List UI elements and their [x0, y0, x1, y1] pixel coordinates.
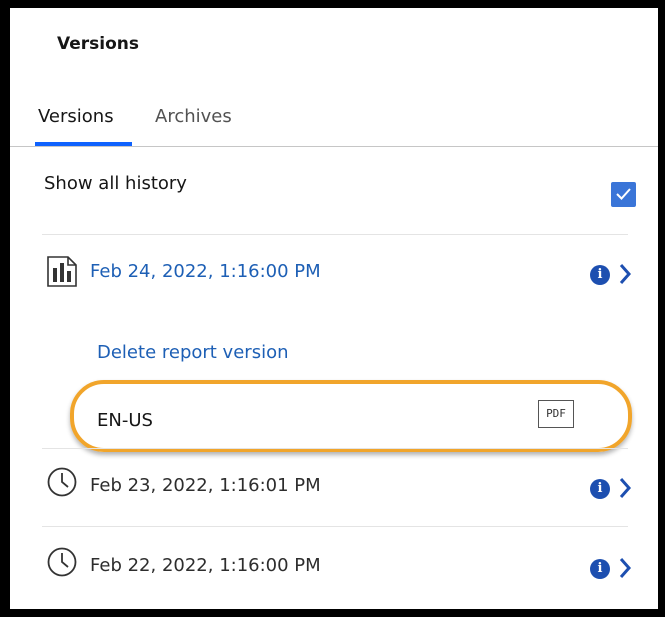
chevron-right-icon[interactable] — [618, 263, 632, 285]
report-icon — [47, 256, 77, 287]
version-row[interactable]: Feb 23, 2022, 1:16:01 PM i — [10, 464, 658, 524]
divider — [42, 448, 628, 449]
tab-versions[interactable]: Versions — [38, 106, 114, 144]
chevron-right-icon[interactable] — [618, 557, 632, 579]
delete-report-version-link[interactable]: Delete report version — [97, 342, 289, 363]
info-icon[interactable]: i — [590, 559, 610, 579]
show-all-history-checkbox[interactable] — [611, 182, 636, 207]
version-date: Feb 22, 2022, 1:16:00 PM — [90, 555, 321, 576]
version-date: Feb 23, 2022, 1:16:01 PM — [90, 475, 321, 496]
panel-title: Versions — [57, 34, 139, 54]
info-icon[interactable]: i — [590, 265, 610, 285]
active-tab-indicator — [35, 142, 132, 146]
show-all-history-label: Show all history — [44, 173, 187, 194]
pdf-icon[interactable]: PDF — [538, 400, 574, 428]
clock-icon — [47, 467, 77, 497]
info-icon[interactable]: i — [590, 479, 610, 499]
divider — [42, 526, 628, 527]
divider — [42, 234, 628, 235]
version-row[interactable]: Feb 24, 2022, 1:16:00 PM i — [10, 251, 658, 311]
chevron-right-icon[interactable] — [618, 477, 632, 499]
version-date: Feb 24, 2022, 1:16:00 PM — [90, 261, 321, 282]
versions-panel: Versions Versions Archives Show all hist… — [10, 8, 658, 609]
tab-bar: Versions Archives — [10, 98, 658, 147]
tab-archives[interactable]: Archives — [155, 106, 232, 144]
checkmark-icon — [616, 188, 631, 200]
version-row[interactable]: Feb 22, 2022, 1:16:00 PM i — [10, 544, 658, 604]
clock-icon — [47, 547, 77, 577]
output-locale: EN-US — [97, 410, 153, 431]
